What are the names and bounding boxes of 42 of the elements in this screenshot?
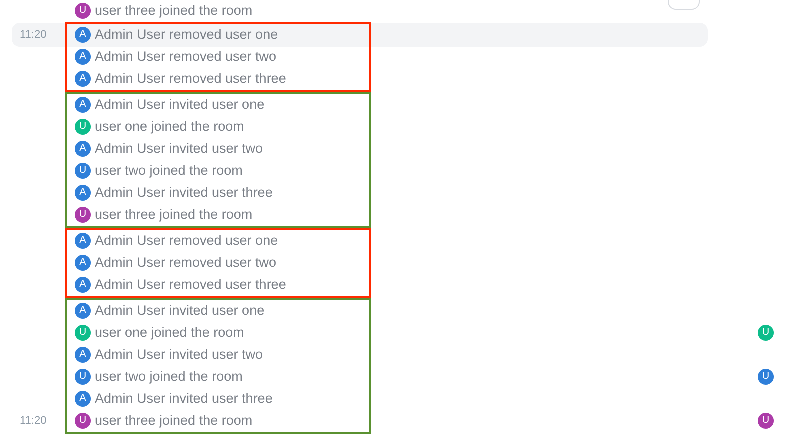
read-receipt-avatar: U: [758, 413, 774, 429]
event-text: Admin User invited user three: [95, 392, 273, 406]
event-text: Admin User removed user one: [95, 234, 278, 248]
read-receipt-avatar: U: [758, 325, 774, 341]
event-text: Admin User removed user two: [95, 50, 277, 64]
event-text: Admin User removed user three: [95, 72, 286, 86]
event-text: user two joined the room: [95, 370, 243, 384]
read-receipt-avatar: U: [758, 369, 774, 385]
event-text: Admin User invited user one: [95, 98, 265, 112]
event-text: user three joined the room: [95, 414, 253, 428]
user-avatar: A: [75, 71, 91, 87]
user-avatar: U: [75, 163, 91, 179]
event-text: Admin User invited user one: [95, 304, 265, 318]
event-text: Admin User invited user two: [95, 142, 264, 156]
user-avatar: A: [75, 97, 91, 113]
user-avatar: U: [75, 369, 91, 385]
user-avatar: A: [75, 347, 91, 363]
user-avatar: U: [75, 413, 91, 429]
event-text: Admin User removed user two: [95, 256, 277, 270]
user-avatar: U: [75, 119, 91, 135]
user-avatar: A: [75, 391, 91, 407]
user-avatar: A: [75, 233, 91, 249]
user-avatar: A: [75, 303, 91, 319]
user-avatar: A: [75, 49, 91, 65]
event-text: Admin User removed user one: [95, 28, 278, 42]
event-text: Admin User removed user three: [95, 278, 286, 292]
user-avatar: U: [75, 207, 91, 223]
user-avatar: U: [75, 325, 91, 341]
timestamp: 11:20: [20, 414, 47, 429]
event-text: user one joined the room: [95, 120, 244, 134]
timestamp: 11:20: [20, 28, 47, 43]
event-text: Admin User invited user three: [95, 186, 273, 200]
user-avatar: A: [75, 255, 91, 271]
user-avatar: A: [75, 185, 91, 201]
user-avatar: A: [75, 277, 91, 293]
user-avatar: A: [75, 141, 91, 157]
event-text: user three joined the room: [95, 208, 253, 222]
event-text: Admin User invited user two: [95, 348, 264, 362]
event-text: user three joined the room: [95, 4, 253, 18]
event-text: user one joined the room: [95, 326, 244, 340]
event-text: user two joined the room: [95, 164, 243, 178]
user-avatar: U: [75, 3, 91, 19]
